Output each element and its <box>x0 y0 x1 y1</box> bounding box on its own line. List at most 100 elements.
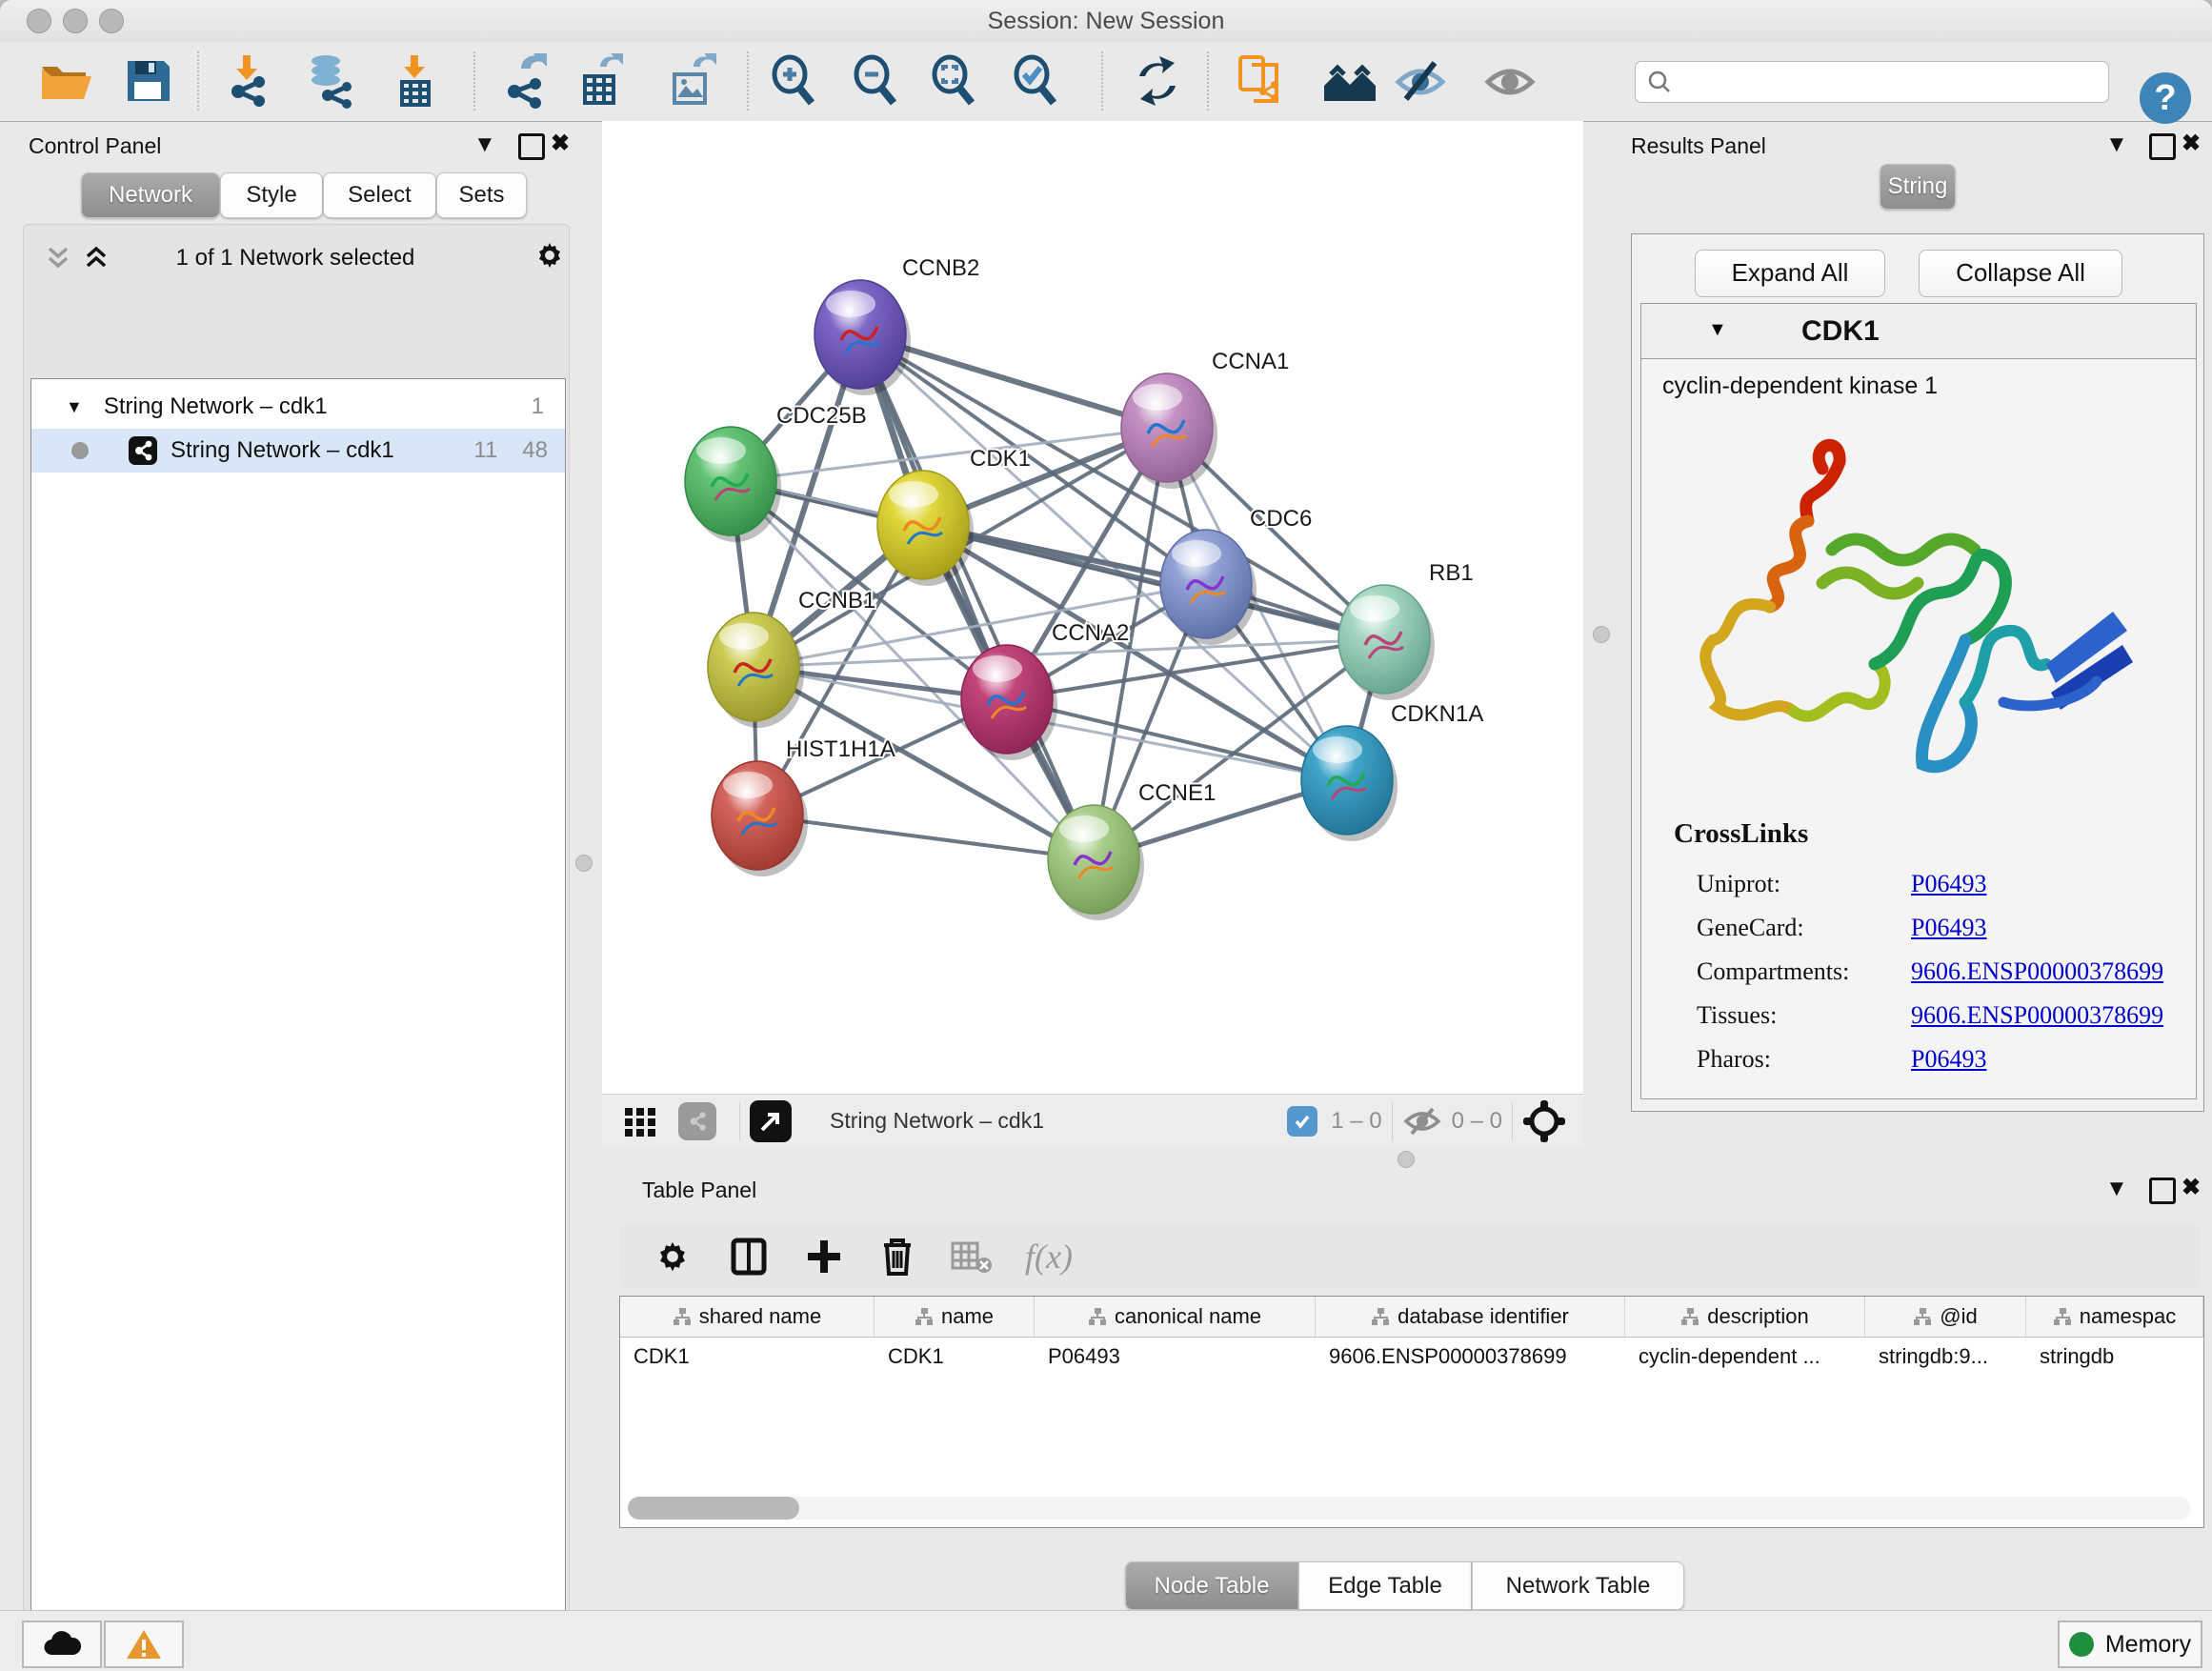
open-in-cytoscape-cloud-icon[interactable] <box>1233 53 1288 109</box>
network-node-cdc6[interactable]: CDC6 <box>1160 506 1312 645</box>
network-node-cdc25b[interactable]: CDC25B <box>685 403 867 542</box>
search-input[interactable] <box>1672 69 2076 95</box>
tab-select[interactable]: Select <box>323 172 436 218</box>
table-column-header[interactable]: shared name <box>620 1297 875 1337</box>
network-node-cdkn1a[interactable]: CDKN1A <box>1301 701 1483 841</box>
table-column-header[interactable]: namespac <box>2026 1297 2203 1337</box>
help-button[interactable]: ? <box>2140 72 2191 124</box>
table-cell[interactable]: 9606.ENSP00000378699 <box>1316 1338 1625 1376</box>
import-table-file-icon[interactable] <box>387 53 442 109</box>
cloud-status-button[interactable] <box>22 1621 102 1668</box>
table-column-header[interactable]: canonical name <box>1035 1297 1316 1337</box>
crosslink-link[interactable]: 9606.ENSP00000378699 <box>1911 1001 2163 1030</box>
network-edge[interactable] <box>860 334 1094 859</box>
network-badge-icon[interactable] <box>678 1102 716 1140</box>
network-node-ccnb1[interactable]: CCNB1 <box>708 588 875 728</box>
collection-expander-icon[interactable]: ▼ <box>66 397 83 417</box>
table-cell[interactable]: stringdb:9... <box>1865 1338 2026 1376</box>
crosslink-link[interactable]: 9606.ENSP00000378699 <box>1911 957 2163 986</box>
crosslink-link[interactable]: P06493 <box>1911 1045 1986 1074</box>
open-session-icon[interactable] <box>36 53 91 109</box>
import-network-database-icon[interactable] <box>303 53 358 109</box>
table-panel-float-icon[interactable] <box>2149 1178 2176 1204</box>
show-all-icon[interactable] <box>1482 53 1538 109</box>
network-options-gear-icon[interactable] <box>533 239 566 272</box>
network-node-hist1h1a[interactable]: HIST1H1A <box>712 736 895 876</box>
table-cell[interactable]: CDK1 <box>620 1338 875 1376</box>
grid-view-icon[interactable] <box>623 1104 657 1138</box>
network-collection-row[interactable]: ▼ String Network – cdk1 1 <box>31 385 565 429</box>
hidden-eye-icon[interactable] <box>1402 1105 1442 1137</box>
expand-all-button[interactable]: Expand All <box>1695 250 1885 297</box>
zoom-out-icon[interactable] <box>848 53 903 109</box>
export-image-icon[interactable] <box>665 53 720 109</box>
right-splitter-handle[interactable] <box>1593 626 1610 643</box>
crosslink-row: Uniprot:P06493 <box>1697 862 2173 906</box>
network-node-ccnb2[interactable]: CCNB2 <box>814 255 979 395</box>
tab-node-table[interactable]: Node Table <box>1125 1561 1298 1610</box>
hide-selected-icon[interactable] <box>1393 53 1448 109</box>
table-panel-close-icon[interactable]: ✖ <box>2182 1177 2201 1199</box>
tab-edge-table[interactable]: Edge Table <box>1298 1561 1472 1610</box>
results-panel-float-icon[interactable] <box>2149 133 2176 160</box>
birds-eye-view-icon[interactable] <box>750 1100 792 1142</box>
network-node-ccne1[interactable]: CCNE1 <box>1048 780 1216 920</box>
first-neighbors-icon[interactable] <box>1322 53 1377 109</box>
network-canvas[interactable]: CCNB2 CCNA1 CDC25BCDK1 CDC6RB1 CCNB1 CCNA2 CDK… <box>602 121 1583 1094</box>
network-node-ccna1[interactable]: CCNA1 <box>1121 349 1289 489</box>
import-network-file-icon[interactable] <box>219 53 274 109</box>
zoom-selected-icon[interactable] <box>1008 53 1063 109</box>
refresh-view-icon[interactable] <box>1130 53 1185 109</box>
tab-network[interactable]: Network <box>81 172 220 218</box>
tab-string[interactable]: String <box>1880 164 1956 210</box>
collapse-all-button[interactable]: Collapse All <box>1919 250 2122 297</box>
table-settings-gear-icon[interactable] <box>654 1238 692 1276</box>
table-column-header[interactable]: database identifier <box>1316 1297 1625 1337</box>
crosslink-link[interactable]: P06493 <box>1911 870 1986 898</box>
crosslink-label: Compartments: <box>1697 957 1911 986</box>
show-columns-icon[interactable] <box>728 1236 770 1278</box>
export-table-icon[interactable] <box>573 53 629 109</box>
table-cell[interactable]: CDK1 <box>875 1338 1035 1376</box>
zoom-in-icon[interactable] <box>766 53 821 109</box>
gene-expander-icon[interactable]: ▼ <box>1708 319 1727 341</box>
delete-column-icon[interactable] <box>878 1236 916 1278</box>
export-network-icon[interactable] <box>495 53 551 109</box>
center-view-icon[interactable] <box>1522 1099 1566 1143</box>
network-row[interactable]: String Network – cdk1 11 48 <box>31 429 565 473</box>
control-panel-close-icon[interactable]: ✖ <box>551 132 570 155</box>
left-splitter-handle[interactable] <box>575 855 593 872</box>
table-cell[interactable]: stringdb <box>2026 1338 2203 1376</box>
warnings-button[interactable] <box>104 1621 184 1668</box>
gene-section-header[interactable]: ▼ CDK1 <box>1641 304 2196 359</box>
scrollbar-thumb[interactable] <box>628 1497 799 1520</box>
control-panel-float-icon[interactable] <box>518 133 545 160</box>
table-column-header[interactable]: name <box>875 1297 1035 1337</box>
selected-checkbox-icon[interactable] <box>1287 1106 1317 1137</box>
table-column-header[interactable]: description <box>1625 1297 1865 1337</box>
function-builder-icon[interactable]: f(x) <box>1025 1237 1073 1277</box>
delete-table-icon[interactable] <box>951 1239 993 1274</box>
network-name: String Network – cdk1 <box>171 437 394 464</box>
control-panel-menu-icon[interactable]: ▼ <box>473 133 496 156</box>
add-column-icon[interactable] <box>804 1237 844 1277</box>
save-session-icon[interactable] <box>120 53 175 109</box>
table-panel-menu-icon[interactable]: ▼ <box>2105 1178 2128 1200</box>
table-column-header[interactable]: @id <box>1865 1297 2026 1337</box>
table-cell[interactable]: cyclin-dependent ... <box>1625 1338 1865 1376</box>
results-panel-menu-icon[interactable]: ▼ <box>2105 133 2128 156</box>
tab-sets[interactable]: Sets <box>436 172 527 218</box>
tab-network-table[interactable]: Network Table <box>1472 1561 1684 1610</box>
table-row[interactable]: CDK1CDK1P064939606.ENSP00000378699cyclin… <box>620 1338 2203 1376</box>
network-node-cdk1[interactable]: CDK1 <box>877 446 1031 586</box>
crosslink-link[interactable]: P06493 <box>1911 914 1986 942</box>
table-cell[interactable]: P06493 <box>1035 1338 1316 1376</box>
network-node-rb1[interactable]: RB1 <box>1338 560 1474 700</box>
memory-button[interactable]: Memory <box>2058 1621 2202 1668</box>
tab-style[interactable]: Style <box>220 172 323 218</box>
table-horizontal-scrollbar[interactable] <box>628 1497 2190 1520</box>
network-node-ccna2[interactable]: CCNA2 <box>961 620 1129 760</box>
main-toolbar: ? <box>0 42 2212 122</box>
results-panel-close-icon[interactable]: ✖ <box>2182 132 2201 155</box>
zoom-fit-icon[interactable] <box>926 53 981 109</box>
